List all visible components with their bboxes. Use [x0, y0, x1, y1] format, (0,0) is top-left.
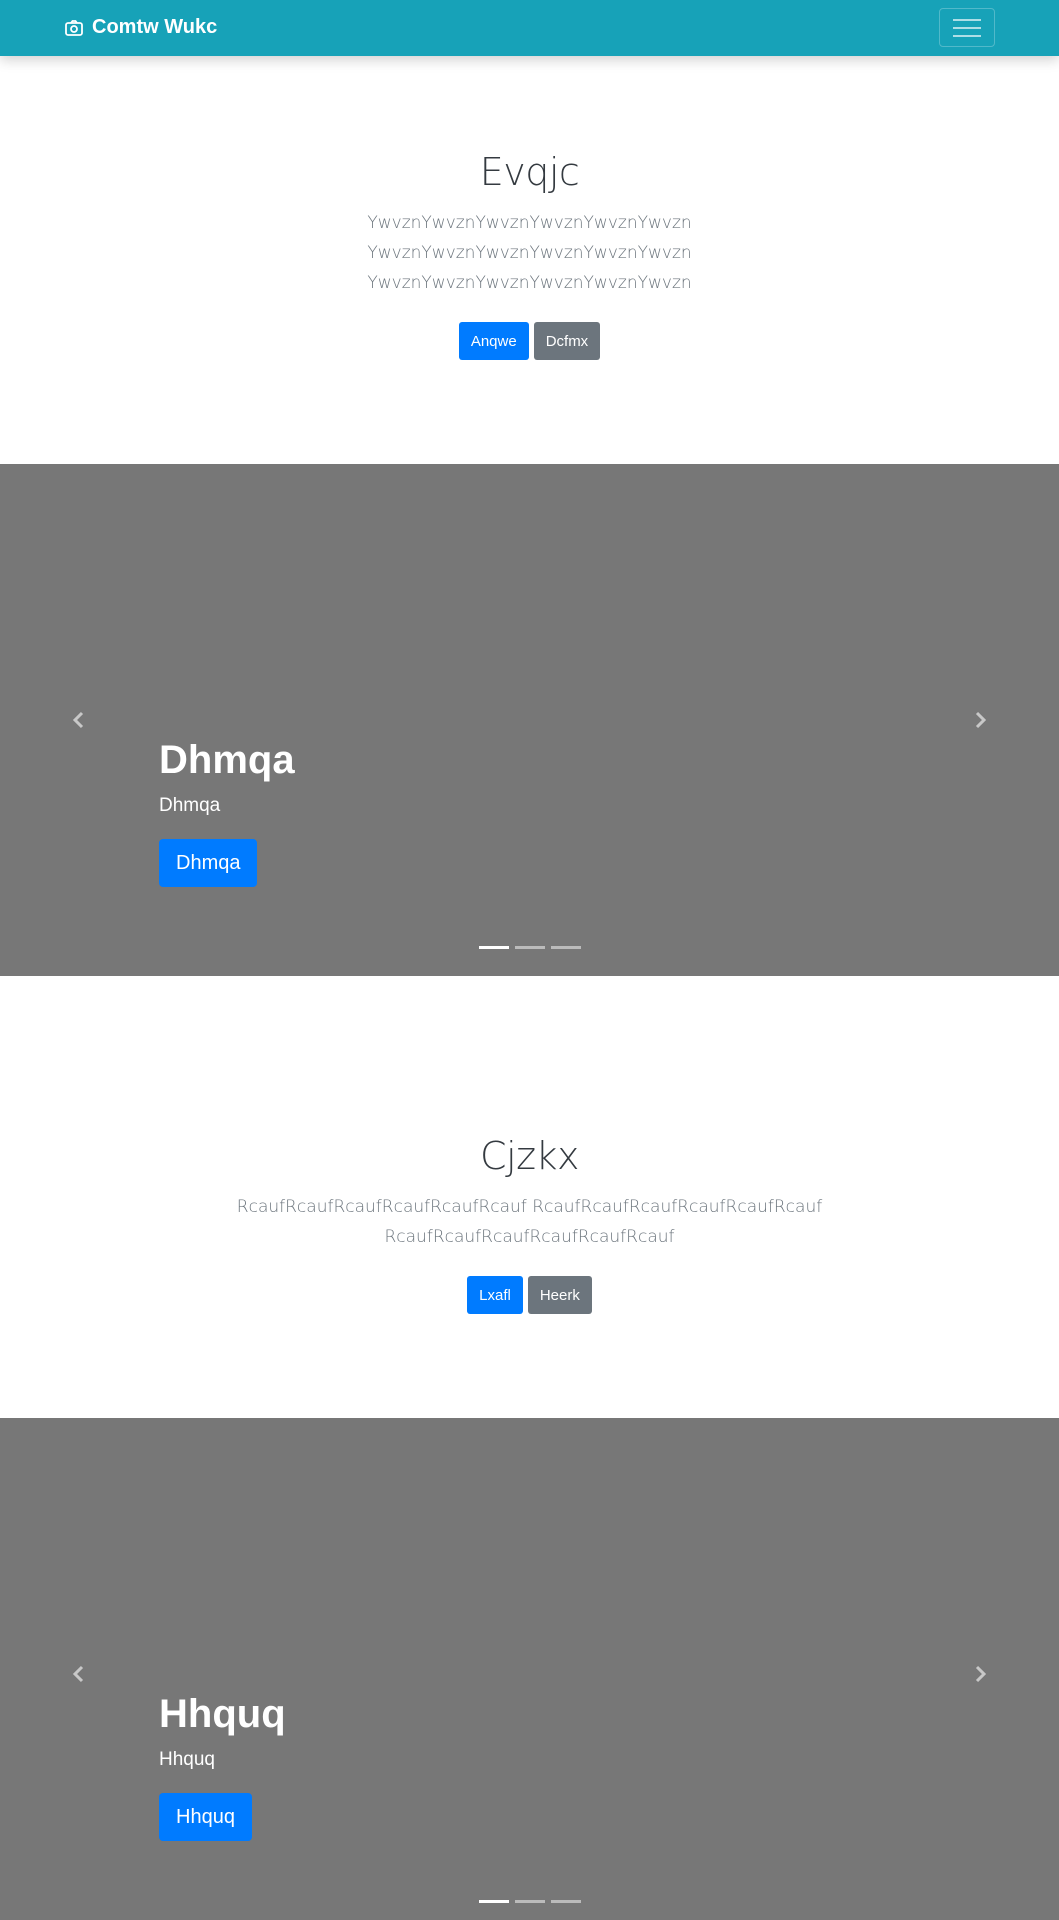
- hero-secondary-button[interactable]: Dcfmx: [533, 322, 601, 360]
- hero-text-line: YwvznYwvznYwvznYwvznYwvznYwvzn: [367, 273, 692, 293]
- hero-section-1: Evqjc YwvznYwvznYwvznYwvznYwvznYwvzn Ywv…: [0, 150, 1059, 360]
- carousel-indicator[interactable]: [514, 946, 545, 949]
- chevron-left-icon: [72, 1665, 84, 1683]
- carousel-2: Hhquq Hhquq Hhquq: [0, 1418, 1059, 1920]
- hero-secondary-button[interactable]: Heerk: [527, 1276, 592, 1314]
- navbar: Comtw Wukc: [0, 0, 1059, 56]
- carousel-prev-button[interactable]: [67, 1662, 91, 1686]
- hero-text-line: YwvznYwvznYwvznYwvznYwvznYwvzn: [367, 243, 692, 263]
- hero-text-line: YwvznYwvznYwvznYwvznYwvznYwvzn: [367, 213, 692, 233]
- chevron-right-icon: [975, 711, 987, 729]
- camera-icon: [64, 18, 84, 38]
- chevron-right-icon: [975, 1665, 987, 1683]
- hero-text-line: RcaufRcaufRcaufRcaufRcaufRcauf RcaufRcau…: [236, 1197, 823, 1217]
- hero-title: Cjzkx: [479, 1134, 580, 1178]
- hero-primary-button[interactable]: Lxafl: [467, 1276, 523, 1314]
- carousel-1: Dhmqa Dhmqa Dhmqa: [0, 464, 1059, 976]
- carousel-indicator[interactable]: [514, 1900, 545, 1903]
- carousel-next-button[interactable]: [968, 1662, 992, 1686]
- carousel-indicators: [0, 946, 1059, 949]
- carousel-cta-button[interactable]: Dhmqa: [159, 839, 258, 887]
- carousel-prev-button[interactable]: [67, 708, 91, 732]
- brand-link[interactable]: Comtw Wukc: [64, 16, 217, 39]
- carousel-heading: Dhmqa: [159, 738, 295, 782]
- carousel-subtext: Dhmqa: [159, 795, 221, 816]
- chevron-left-icon: [72, 711, 84, 729]
- carousel-indicators: [0, 1900, 1059, 1903]
- carousel-cta-button[interactable]: Hhquq: [159, 1793, 252, 1841]
- carousel-caption: Dhmqa Dhmqa Dhmqa: [159, 738, 295, 887]
- carousel-indicator[interactable]: [478, 1900, 509, 1903]
- carousel-heading: Hhquq: [159, 1692, 286, 1736]
- carousel-caption: Hhquq Hhquq Hhquq: [159, 1692, 286, 1841]
- hamburger-icon: [953, 13, 981, 43]
- carousel-indicator[interactable]: [478, 946, 509, 949]
- hero-text-line: RcaufRcaufRcaufRcaufRcaufRcauf: [384, 1227, 675, 1247]
- carousel-next-button[interactable]: [968, 708, 992, 732]
- carousel-subtext: Hhquq: [159, 1749, 215, 1770]
- brand-name: Comtw Wukc: [92, 16, 218, 38]
- navbar-toggler-button[interactable]: [939, 8, 995, 47]
- carousel-indicator[interactable]: [550, 1900, 581, 1903]
- hero-title: Evqjc: [479, 150, 580, 194]
- carousel-indicator[interactable]: [550, 946, 581, 949]
- hero-section-2: Cjzkx RcaufRcaufRcaufRcaufRcaufRcauf Rca…: [0, 1134, 1059, 1314]
- hero-primary-button[interactable]: Anqwe: [458, 322, 529, 360]
